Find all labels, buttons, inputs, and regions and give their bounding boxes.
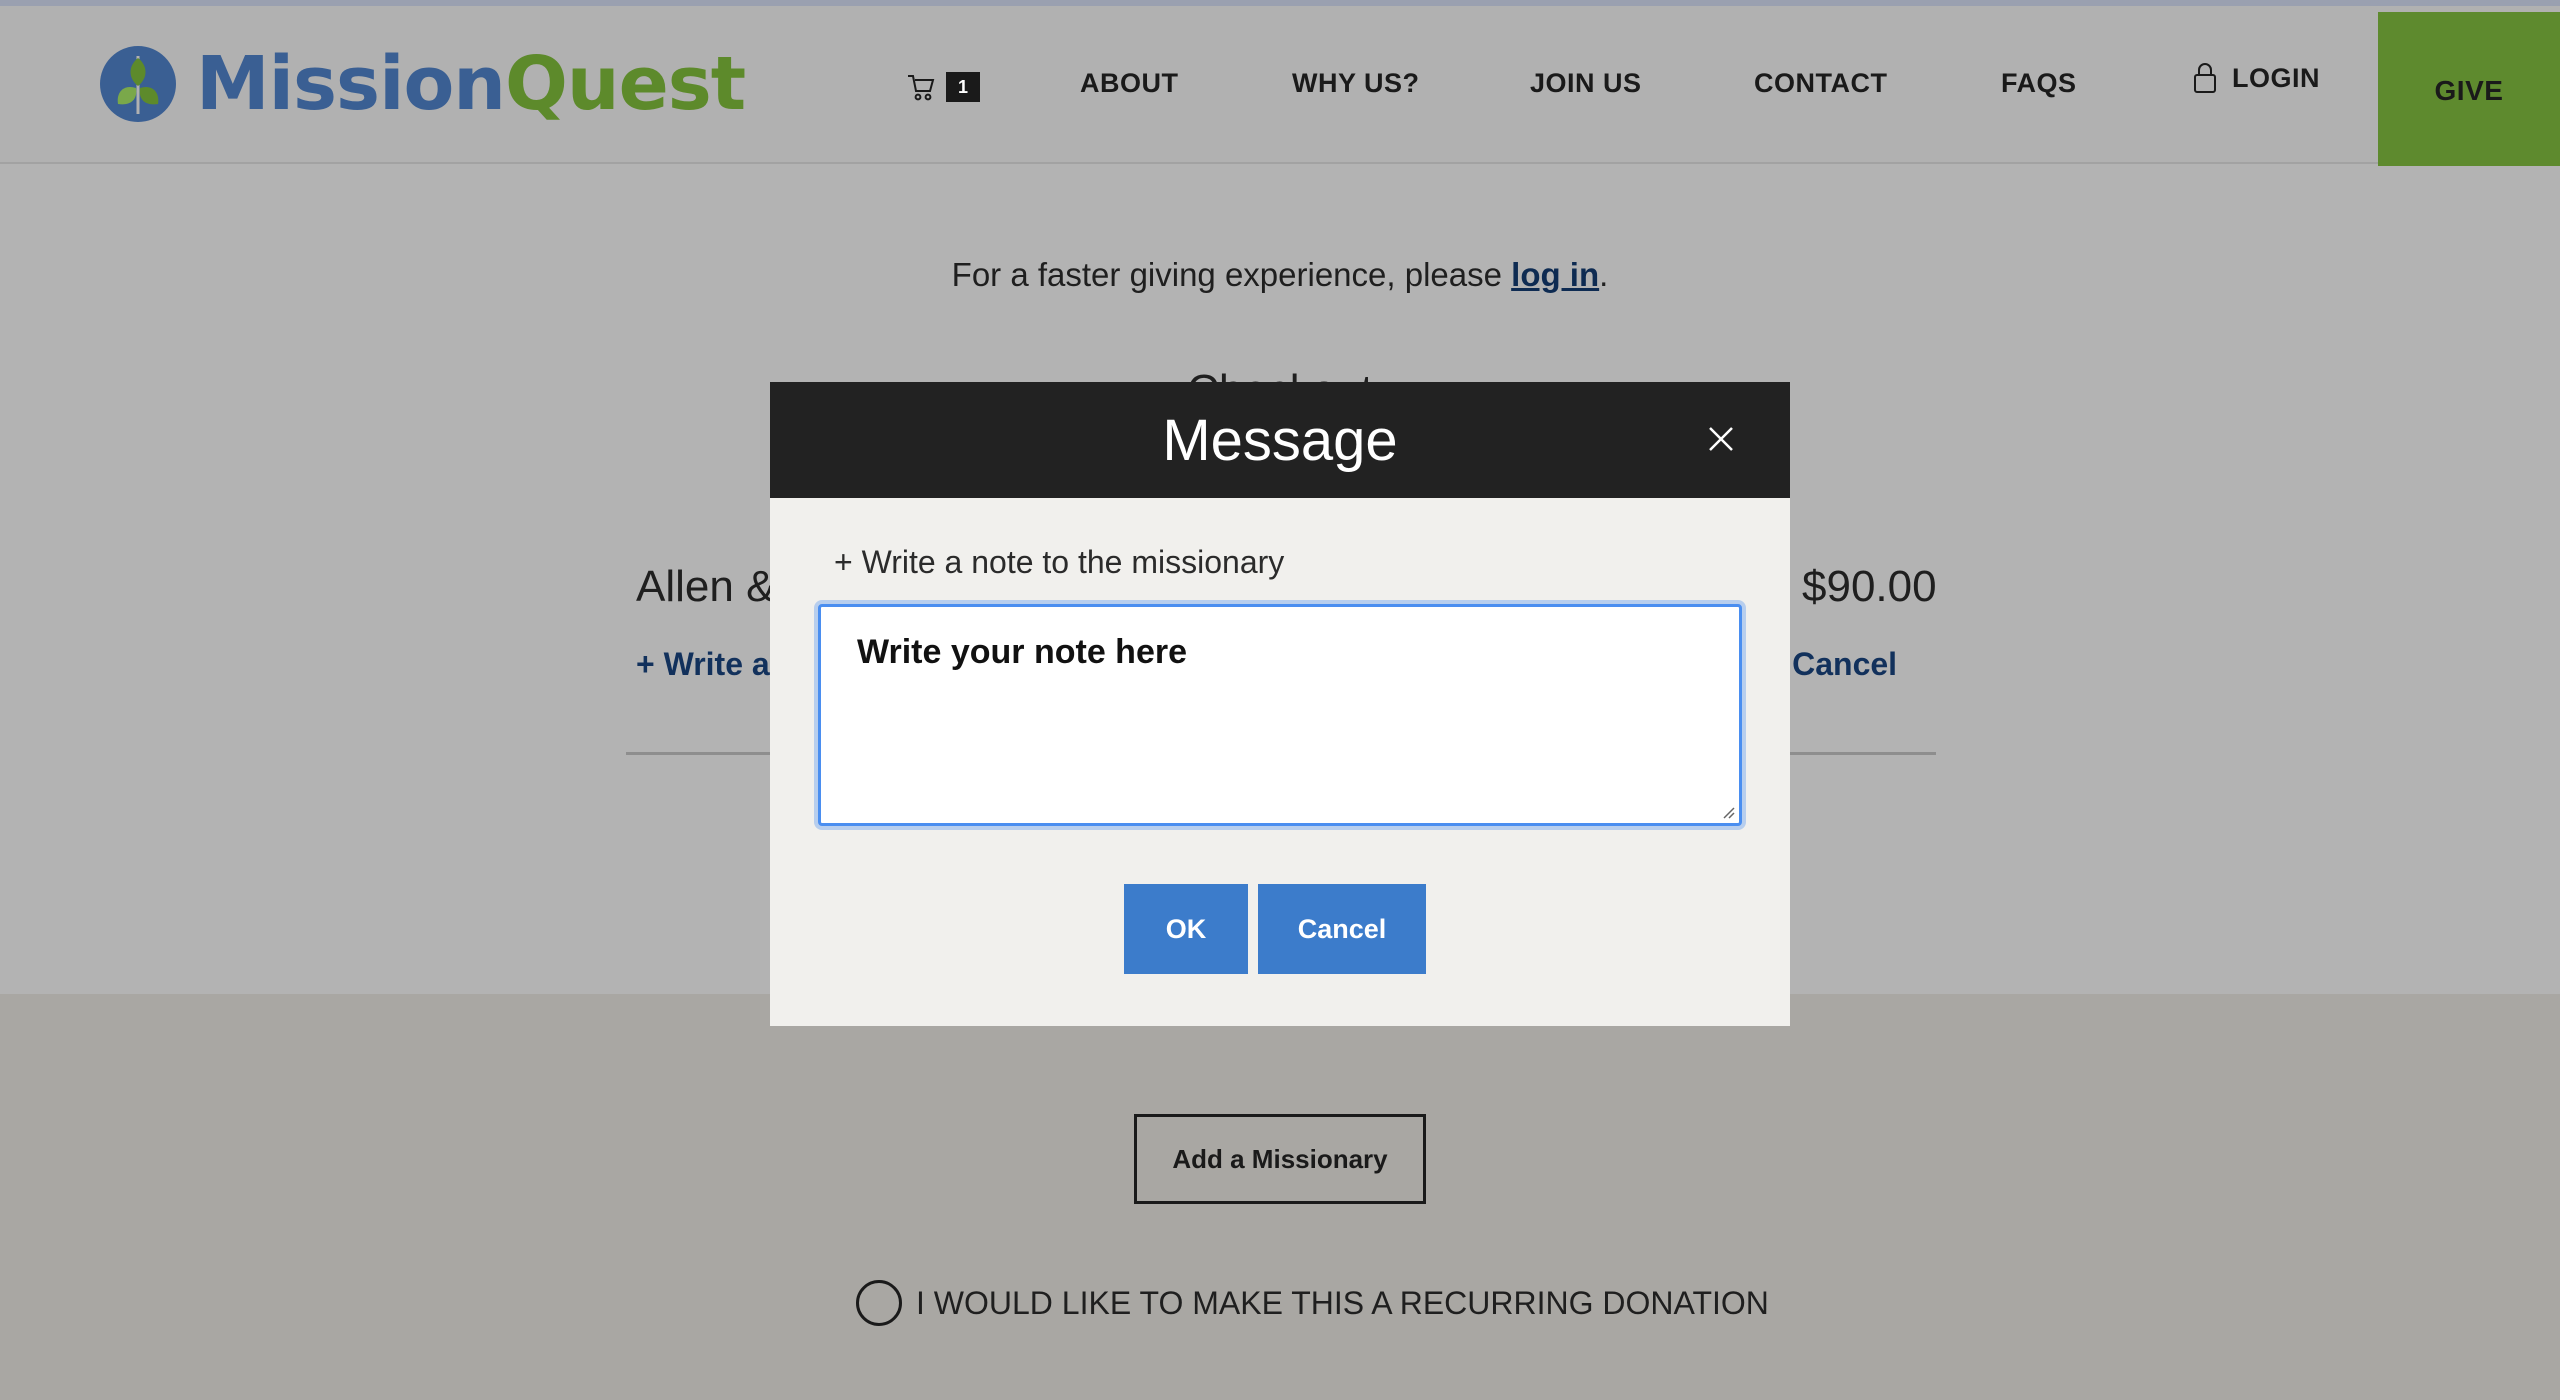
site-logo[interactable]: MissionQuest [98,41,746,127]
nav-about[interactable]: ABOUT [1080,68,1179,99]
modal-actions: OK Cancel [1124,884,1426,974]
nav-contact[interactable]: CONTACT [1754,68,1887,99]
add-missionary-button[interactable]: Add a Missionary [1134,1114,1426,1204]
note-textarea[interactable]: Write your note here [818,604,1742,826]
cart-item-name: Allen & [636,562,776,611]
nav-join-us[interactable]: JOIN US [1530,68,1642,99]
cart-button[interactable]: 1 [906,72,980,102]
message-modal: Message + Write a note to the missionary… [770,382,1790,1026]
lock-icon [2194,63,2216,93]
recurring-label: I WOULD LIKE TO MAKE THIS A RECURRING DO… [916,1284,1769,1321]
cart-icon [908,75,935,101]
logo-text-quest: Quest [504,41,746,127]
resize-handle-icon[interactable] [1719,803,1735,819]
nav-why-us[interactable]: WHY US? [1292,68,1420,99]
nav-faqs[interactable]: FAQS [2001,68,2077,99]
cart-item-amount: $90.00 [1802,562,1937,611]
close-icon[interactable] [1704,422,1738,456]
logo-text-mission: Mission [196,41,506,127]
login-prompt-text: For a faster giving experience, please [951,256,1512,293]
modal-title: Message [1162,407,1398,473]
cancel-button[interactable]: Cancel [1258,884,1426,974]
cancel-item-link[interactable]: Cancel [1792,646,1897,683]
login-prompt: For a faster giving experience, please l… [0,256,2560,294]
login-prompt-period: . [1599,256,1609,293]
site-header: MissionQuest 1 ABOUT WHY US? JOIN US CON… [0,6,2560,170]
write-note-link[interactable]: + Write a [636,646,770,683]
wheat-leaf-icon [100,46,176,122]
note-label: + Write a note to the missionary [834,544,1285,580]
nav-login-label: LOGIN [2232,62,2320,93]
modal-header: Message [770,382,1790,498]
ok-button[interactable]: OK [1124,884,1248,974]
give-button[interactable]: GIVE [2378,12,2560,170]
recurring-radio[interactable] [856,1280,902,1326]
note-placeholder: Write your note here [857,633,1187,671]
cart-count-badge: 1 [946,72,980,102]
login-link[interactable]: log in [1511,256,1599,293]
nav-login[interactable]: LOGIN [2192,62,2320,94]
recurring-donation-option[interactable]: I WOULD LIKE TO MAKE THIS A RECURRING DO… [856,1280,1769,1326]
